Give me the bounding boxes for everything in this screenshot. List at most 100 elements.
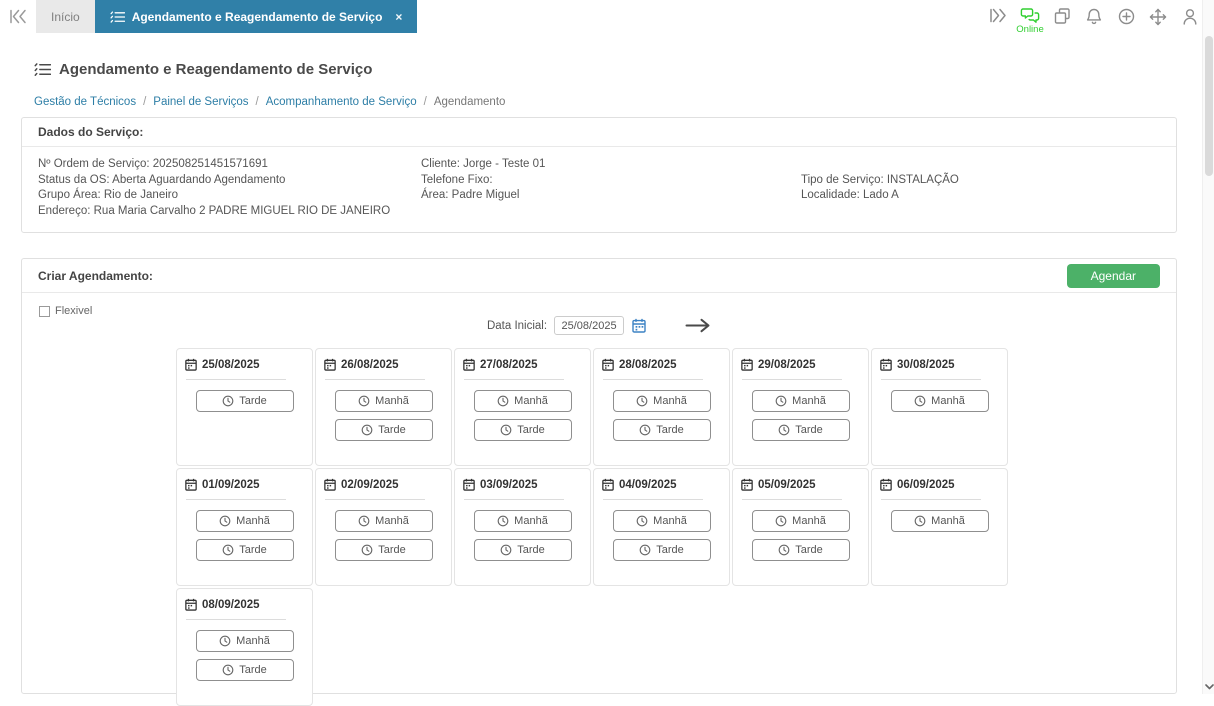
time-slot-button[interactable]: Manhã xyxy=(613,510,711,532)
user-profile-icon[interactable] xyxy=(1180,8,1200,26)
card-slots: Manhã Tarde xyxy=(463,510,582,561)
service-field: Status da OS: Aberta Aguardando Agendame… xyxy=(38,173,421,189)
clock-icon xyxy=(639,424,651,436)
card-slots: Manhã Tarde xyxy=(185,510,304,561)
card-slots: Manhã Tarde xyxy=(324,390,443,441)
calendar-icon xyxy=(741,358,753,371)
create-schedule-panel: Criar Agendamento: Agendar Flexivel Data… xyxy=(21,258,1177,694)
copy-windows-icon[interactable] xyxy=(1052,8,1072,26)
scrollbar-down-arrow-icon[interactable] xyxy=(1203,684,1214,690)
tab-agendamento[interactable]: Agendamento e Reagendamento de Serviço × xyxy=(95,0,418,33)
time-slot-button[interactable]: Tarde xyxy=(613,419,711,441)
clock-icon xyxy=(500,544,512,556)
datepicker-calendar-icon[interactable] xyxy=(632,318,646,333)
collapse-tabs-icon[interactable] xyxy=(0,0,36,33)
move-pan-icon[interactable] xyxy=(1148,8,1168,26)
schedule-day-card: 30/08/2025 Manhã xyxy=(871,348,1008,466)
agendar-button[interactable]: Agendar xyxy=(1067,264,1160,288)
vertical-scrollbar[interactable] xyxy=(1202,0,1214,694)
slot-label: Manhã xyxy=(375,515,409,527)
card-header: 25/08/2025 xyxy=(185,358,304,371)
time-slot-button[interactable]: Manhã xyxy=(891,510,989,532)
fast-forward-tabs-icon[interactable] xyxy=(988,8,1008,26)
card-divider xyxy=(881,379,981,380)
card-date: 04/09/2025 xyxy=(619,479,677,491)
clock-icon xyxy=(778,544,790,556)
card-header: 26/08/2025 xyxy=(324,358,443,371)
breadcrumb: Gestão de Técnicos/Painel de Serviços/Ac… xyxy=(34,96,505,108)
scrollbar-thumb[interactable] xyxy=(1205,36,1213,176)
card-header: 30/08/2025 xyxy=(880,358,999,371)
flexivel-checkbox[interactable] xyxy=(39,306,50,317)
task-list-icon xyxy=(110,11,125,23)
slot-label: Manhã xyxy=(931,515,965,527)
slot-label: Manhã xyxy=(653,515,687,527)
card-divider xyxy=(186,379,286,380)
time-slot-button[interactable]: Manhã xyxy=(335,390,433,412)
time-slot-button[interactable]: Tarde xyxy=(335,539,433,561)
schedule-day-card: 08/09/2025 Manhã Tarde xyxy=(176,588,313,706)
slot-label: Tarde xyxy=(795,424,823,436)
card-date: 02/09/2025 xyxy=(341,479,399,491)
slot-label: Tarde xyxy=(656,544,684,556)
time-slot-button[interactable]: Manhã xyxy=(335,510,433,532)
time-slot-button[interactable]: Manhã xyxy=(752,390,850,412)
time-slot-button[interactable]: Manhã xyxy=(196,630,294,652)
slot-label: Manhã xyxy=(375,395,409,407)
time-slot-button[interactable]: Tarde xyxy=(752,419,850,441)
clock-icon xyxy=(639,544,651,556)
breadcrumb-item[interactable]: Painel de Serviços xyxy=(153,96,248,108)
card-header: 06/09/2025 xyxy=(880,478,999,491)
time-slot-button[interactable]: Manhã xyxy=(474,510,572,532)
next-week-arrow-icon[interactable] xyxy=(685,318,711,333)
time-slot-button[interactable]: Manhã xyxy=(613,390,711,412)
slot-label: Manhã xyxy=(792,395,826,407)
page-title: Agendamento e Reagendamento de Serviço xyxy=(34,61,372,78)
card-divider xyxy=(325,499,425,500)
breadcrumb-item[interactable]: Acompanhamento de Serviço xyxy=(266,96,417,108)
card-date: 27/08/2025 xyxy=(480,359,538,371)
service-field xyxy=(801,157,1160,173)
schedule-day-card: 05/09/2025 Manhã Tarde xyxy=(732,468,869,586)
card-date: 29/08/2025 xyxy=(758,359,816,371)
card-divider xyxy=(464,499,564,500)
time-slot-button[interactable]: Tarde xyxy=(196,539,294,561)
schedule-day-card: 02/09/2025 Manhã Tarde xyxy=(315,468,452,586)
slot-label: Tarde xyxy=(378,544,406,556)
clock-icon xyxy=(636,515,648,527)
time-slot-button[interactable]: Manhã xyxy=(891,390,989,412)
time-slot-button[interactable]: Tarde xyxy=(752,539,850,561)
time-slot-button[interactable]: Tarde xyxy=(613,539,711,561)
calendar-icon xyxy=(324,358,336,371)
card-header: 03/09/2025 xyxy=(463,478,582,491)
card-header: 28/08/2025 xyxy=(602,358,721,371)
data-inicial-input[interactable] xyxy=(554,316,624,335)
clock-icon xyxy=(500,424,512,436)
notifications-bell-icon[interactable] xyxy=(1084,8,1104,26)
time-slot-button[interactable]: Tarde xyxy=(196,659,294,681)
slot-label: Manhã xyxy=(792,515,826,527)
time-slot-button[interactable]: Tarde xyxy=(335,419,433,441)
service-field: Nº Ordem de Serviço: 202508251451571691 xyxy=(38,157,421,173)
card-date: 05/09/2025 xyxy=(758,479,816,491)
slot-label: Tarde xyxy=(239,395,267,407)
slot-label: Tarde xyxy=(517,424,545,436)
time-slot-button[interactable]: Tarde xyxy=(474,539,572,561)
time-slot-button[interactable]: Tarde xyxy=(474,419,572,441)
card-header: 29/08/2025 xyxy=(741,358,860,371)
time-slot-button[interactable]: Manhã xyxy=(196,510,294,532)
slot-label: Manhã xyxy=(653,395,687,407)
slot-label: Manhã xyxy=(514,515,548,527)
service-field: Grupo Área: Rio de Janeiro xyxy=(38,188,421,204)
task-list-icon xyxy=(34,63,51,76)
chat-online-icon[interactable]: Online xyxy=(1020,8,1040,26)
add-circle-icon[interactable] xyxy=(1116,8,1136,26)
time-slot-button[interactable]: Tarde xyxy=(196,390,294,412)
tab-close-icon[interactable]: × xyxy=(395,10,402,24)
time-slot-button[interactable]: Manhã xyxy=(752,510,850,532)
data-inicial-label: Data Inicial: xyxy=(487,320,547,332)
clock-icon xyxy=(219,635,231,647)
tab-inicio[interactable]: Início xyxy=(36,0,95,33)
breadcrumb-item[interactable]: Gestão de Técnicos xyxy=(34,96,136,108)
time-slot-button[interactable]: Manhã xyxy=(474,390,572,412)
